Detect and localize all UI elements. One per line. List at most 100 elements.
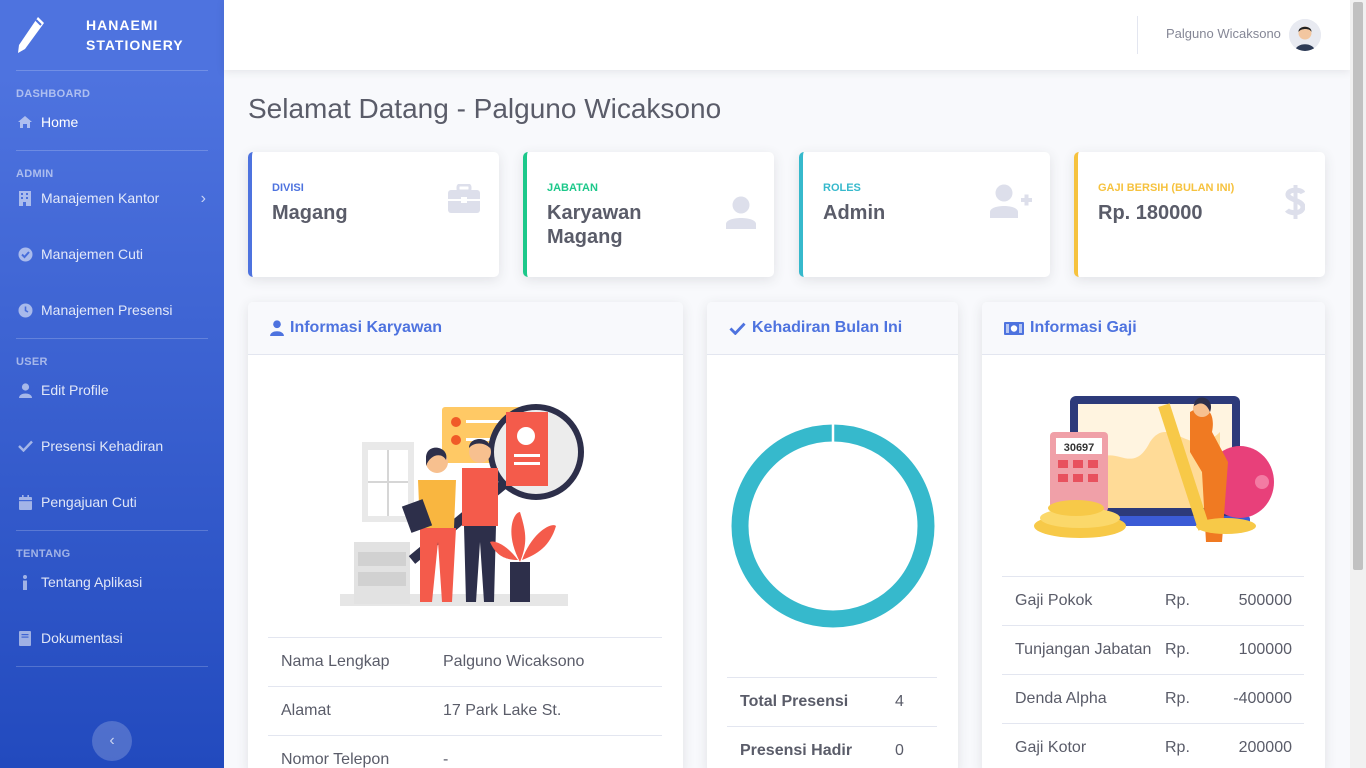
row-value: 4 — [895, 693, 904, 710]
row-label: Tunjangan Jabatan — [1015, 641, 1152, 658]
table-row: Gaji Pokok Rp. 500000 — [1002, 576, 1304, 625]
table-row: Gaji Kotor Rp. 200000 — [1002, 723, 1304, 768]
employee-search-illustration — [340, 404, 584, 606]
card-header: Informasi Karyawan — [248, 302, 683, 355]
sidebar-item-home[interactable]: Home — [0, 94, 224, 150]
table-row: Nomor Telepon - — [268, 735, 662, 768]
row-label: Nama Lengkap — [281, 653, 390, 670]
sidebar-item-edit-profile[interactable]: Edit Profile — [0, 362, 224, 418]
sidebar-item-label: Manajemen Presensi — [41, 302, 173, 318]
brand-line2: STATIONERY — [86, 37, 184, 53]
sidebar: HANAEMI STATIONERY DASHBOARD Home ADMIN … — [0, 0, 224, 768]
scrollbar-thumb[interactable] — [1353, 2, 1363, 570]
sidebar-item-manajemen-presensi[interactable]: Manajemen Presensi — [0, 282, 224, 338]
sidebar-item-presensi-kehadiran[interactable]: Presensi Kehadiran — [0, 418, 224, 474]
topbar: Palguno Wicaksono — [224, 0, 1350, 70]
row-value: 17 Park Lake St. — [443, 702, 562, 719]
scrollbar[interactable] — [1350, 0, 1366, 768]
stat-value: Magang — [272, 202, 348, 224]
row-label: Presensi Hadir — [740, 742, 853, 759]
attendance-donut-chart — [731, 423, 935, 628]
topbar-divider — [1137, 16, 1138, 54]
table-row: Nama Lengkap Palguno Wicaksono — [268, 637, 662, 686]
calendar-icon — [16, 493, 34, 511]
row-label: Alamat — [281, 702, 331, 719]
table-row: Presensi Hadir 0 — [727, 726, 937, 768]
card-informasi-gaji: Informasi Gaji 30697 Gaji Pokok Rp. 5000… — [982, 302, 1325, 768]
building-icon — [16, 189, 34, 207]
brand-name: HANAEMI STATIONERY — [86, 15, 184, 55]
stat-card-gaji-bersih: GAJI BERSIH (BULAN INI) Rp. 180000 — [1074, 152, 1325, 277]
card-title: Kehadiran Bulan Ini — [752, 319, 903, 336]
book-icon — [16, 629, 34, 647]
card-header: Informasi Gaji — [982, 302, 1325, 355]
sidebar-item-label: Pengajuan Cuti — [41, 494, 137, 510]
user-icon — [270, 320, 284, 336]
card-title: Informasi Gaji — [1030, 319, 1137, 336]
sidebar-item-label: Manajemen Kantor — [41, 190, 160, 206]
sidebar-item-manajemen-cuti[interactable]: Manajemen Cuti — [0, 226, 224, 282]
row-label: Gaji Pokok — [1015, 592, 1093, 609]
row-value: - — [443, 751, 449, 768]
check-circle-icon — [16, 245, 34, 263]
stat-label: ROLES — [823, 182, 861, 194]
row-currency: Rp. — [1165, 690, 1190, 707]
dollar-icon — [1285, 184, 1306, 225]
table-row: Tunjangan Jabatan Rp. 100000 — [1002, 625, 1304, 674]
user-icon — [726, 196, 756, 234]
page-title: Selamat Datang - Palguno Wicaksono — [248, 93, 722, 124]
user-icon — [16, 381, 34, 399]
card-kehadiran-bulan-ini: Kehadiran Bulan Ini Total Presensi 4 Pre… — [707, 302, 958, 768]
row-value: -400000 — [1233, 690, 1292, 707]
row-value: 0 — [895, 742, 904, 759]
sidebar-item-manajemen-kantor[interactable]: Manajemen Kantor › — [0, 170, 224, 226]
sidebar-item-label: Dokumentasi — [41, 630, 123, 646]
salary-illustration: 30697 — [1034, 396, 1274, 542]
table-row: Total Presensi 4 — [727, 677, 937, 726]
money-bill-icon — [1004, 321, 1024, 335]
table-row: Alamat 17 Park Lake St. — [268, 686, 662, 735]
check-icon — [16, 437, 34, 455]
stat-label: DIVISI — [272, 182, 304, 194]
row-value: 500000 — [1238, 592, 1292, 609]
donut-ring — [731, 424, 935, 628]
check-icon — [729, 322, 746, 335]
clock-icon — [16, 301, 34, 319]
pencil-icon — [18, 17, 44, 53]
sidebar-item-dokumentasi[interactable]: Dokumentasi — [0, 610, 224, 666]
sidebar-item-label: Manajemen Cuti — [41, 246, 143, 262]
sidebar-item-pengajuan-cuti[interactable]: Pengajuan Cuti — [0, 474, 224, 530]
stat-value: Rp. 180000 — [1098, 202, 1203, 224]
sidebar-item-label: Tentang Aplikasi — [41, 574, 143, 590]
chevron-right-icon: › — [200, 190, 206, 207]
topbar-user-name[interactable]: Palguno Wicaksono — [1166, 26, 1281, 41]
stat-label: JABATAN — [547, 182, 598, 194]
row-value: 200000 — [1238, 739, 1292, 756]
sidebar-item-label: Edit Profile — [41, 382, 109, 398]
briefcase-icon — [447, 183, 481, 219]
stat-value: Admin — [823, 202, 886, 224]
home-icon — [16, 113, 34, 131]
stat-value: Karyawan Magang — [547, 202, 642, 248]
row-label: Total Presensi — [740, 693, 849, 710]
stat-card-divisi: DIVISI Magang — [248, 152, 499, 277]
row-label: Denda Alpha — [1015, 690, 1107, 707]
row-value: 100000 — [1238, 641, 1292, 658]
row-label: Gaji Kotor — [1015, 739, 1087, 756]
stat-card-roles: ROLES Admin — [799, 152, 1050, 277]
sidebar-divider — [16, 666, 208, 667]
sidebar-item-label: Home — [41, 114, 79, 130]
row-label: Nomor Telepon — [281, 751, 390, 768]
brand-line1: HANAEMI — [86, 17, 159, 33]
sidebar-item-label: Presensi Kehadiran — [41, 438, 164, 454]
avatar[interactable] — [1289, 19, 1321, 51]
user-plus-icon — [990, 184, 1032, 223]
sidebar-item-tentang-aplikasi[interactable]: Tentang Aplikasi — [0, 554, 224, 610]
row-currency: Rp. — [1165, 641, 1190, 658]
stat-label: GAJI BERSIH (BULAN INI) — [1098, 182, 1235, 194]
sidebar-toggle-button[interactable]: ‹ — [92, 721, 132, 761]
info-icon — [16, 573, 34, 591]
calculator-display: 30697 — [1064, 442, 1095, 454]
row-value: Palguno Wicaksono — [443, 653, 585, 670]
brand[interactable]: HANAEMI STATIONERY — [0, 0, 224, 70]
